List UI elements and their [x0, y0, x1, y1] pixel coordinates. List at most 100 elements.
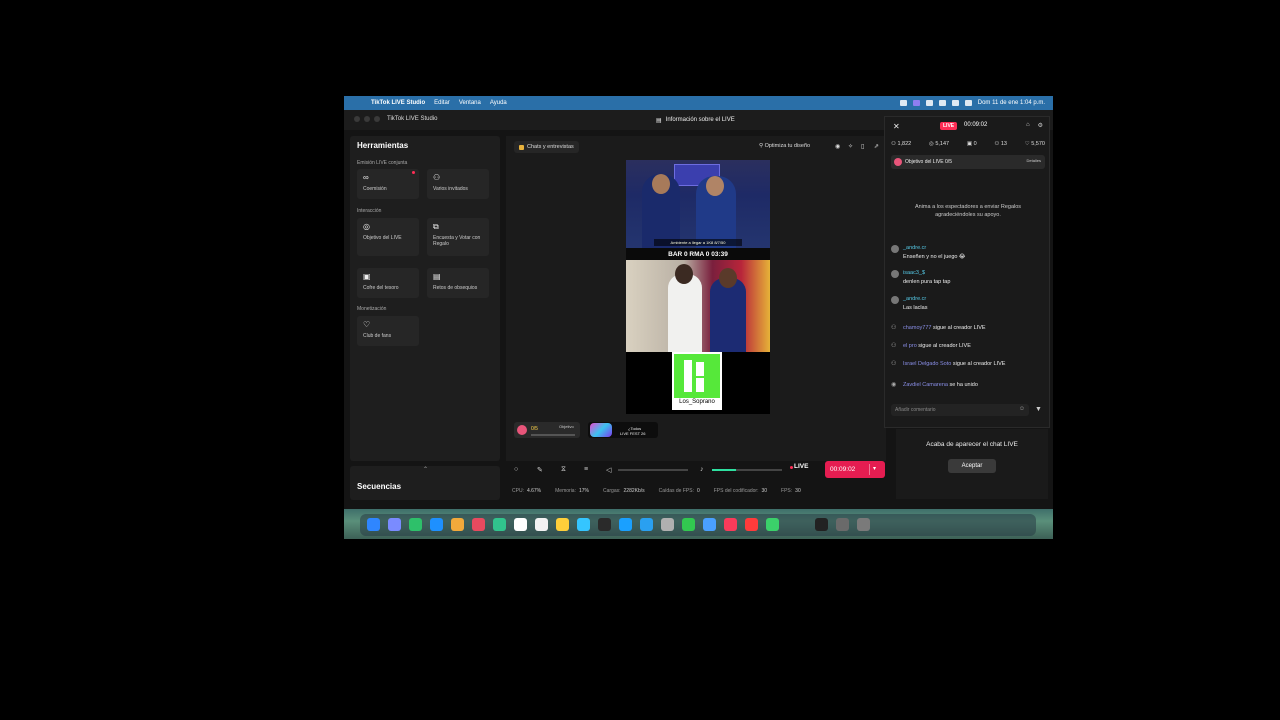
dock-app-icon[interactable]	[451, 518, 464, 531]
clock[interactable]: Dom 11 de ene 1:04 p.m.	[978, 100, 1045, 106]
dock-app-icon[interactable]	[577, 518, 590, 531]
avatar[interactable]	[891, 270, 899, 278]
zoom-window-button[interactable]	[374, 116, 380, 122]
follow-username[interactable]: Israel Delgado Soto	[903, 361, 951, 367]
chat-username[interactable]: _andre.cr	[903, 296, 926, 302]
match-graphic	[626, 260, 770, 352]
end-live-button[interactable]: 00:09:02 ▾	[825, 461, 885, 478]
button-divider	[869, 464, 870, 475]
goal-label: Objetivo	[559, 424, 574, 429]
settings-icon[interactable]: ⚙	[1038, 122, 1043, 129]
tool-retos[interactable]: ▤ Retos de obsequios	[427, 268, 489, 298]
join-username[interactable]: Zavdiel Camarena	[903, 382, 948, 388]
tool-encuesta[interactable]: ⧉ Encuesta y Votar con Regalo	[427, 218, 489, 256]
dock-app-icon[interactable]	[388, 518, 401, 531]
shares-count: ⚇ 13	[994, 141, 1007, 147]
minimize-window-button[interactable]	[364, 116, 370, 122]
dock-app-icon[interactable]	[472, 518, 485, 531]
chat-username[interactable]: isaac3_$	[903, 270, 925, 276]
goal-badge-icon	[517, 425, 527, 435]
dock-app-icon[interactable]	[430, 518, 443, 531]
poll-icon: ⧉	[433, 222, 439, 231]
gift-challenge-icon: ▤	[433, 272, 441, 281]
dock-app-icon[interactable]	[857, 518, 870, 531]
speaker-volume-slider[interactable]	[618, 469, 688, 471]
dock-app-icon[interactable]	[556, 518, 569, 531]
dock-app-icon[interactable]	[661, 518, 674, 531]
scene-chip-chats[interactable]: Chats y entrevistas	[514, 141, 579, 153]
menu-ventana[interactable]: Ventana	[459, 100, 481, 106]
phone-layout-icon[interactable]: ▯	[861, 143, 864, 150]
chat-username[interactable]: _andre.cr	[903, 245, 926, 251]
menu-editar[interactable]: Editar	[434, 100, 450, 106]
sequences-label: Secuencias	[357, 482, 402, 491]
tool-cofre[interactable]: ▣ Cofre del tesoro	[357, 268, 419, 298]
magic-icon[interactable]: ✧	[848, 143, 853, 150]
dock-app-icon[interactable]	[367, 518, 380, 531]
screen-record-icon[interactable]	[912, 100, 920, 106]
emoji-icon[interactable]: ☺	[1019, 406, 1025, 412]
close-icon[interactable]: ✕	[893, 122, 900, 131]
chat-text: denlen pura tap tap	[903, 279, 951, 285]
goal-count: 0/5	[531, 426, 538, 432]
share-icon[interactable]: ⇗	[874, 143, 879, 150]
dock-app-icon[interactable]	[409, 518, 422, 531]
dock-app-icon[interactable]	[815, 518, 828, 531]
eye-icon[interactable]: ◉	[835, 143, 840, 150]
live-label: LIVE	[794, 463, 809, 470]
status-icon[interactable]	[899, 100, 907, 106]
chevron-down-icon[interactable]: ▾	[873, 465, 876, 472]
dock-app-icon[interactable]	[703, 518, 716, 531]
dock-app-icon[interactable]	[598, 518, 611, 531]
live-fest-overlay-widget[interactable]: ¿Todos LIVE FEST 26	[588, 422, 658, 438]
dock-app-icon[interactable]	[619, 518, 632, 531]
goal-icon	[894, 158, 902, 166]
avatar[interactable]	[891, 296, 899, 304]
goal-overlay-widget[interactable]: 0/5 Objetivo	[514, 422, 580, 438]
optimize-layout-button[interactable]: ⚲ Optimiza tu diseño	[759, 143, 810, 149]
follow-icon: ⚇	[891, 343, 897, 349]
follow-username[interactable]: chamoy777	[903, 325, 931, 331]
comment-input[interactable]: Añadir comentario ☺	[891, 404, 1029, 416]
control-center-icon[interactable]	[964, 100, 972, 106]
scoreboard: BAR 0 RMA 0 03:39	[626, 248, 770, 260]
tool-varios-invitados[interactable]: ⚇ Varios invitados	[427, 169, 489, 199]
dock-app-icon[interactable]	[535, 518, 548, 531]
dock-app-icon[interactable]	[514, 518, 527, 531]
treasure-chest-icon: ▣	[363, 272, 371, 281]
close-window-button[interactable]	[354, 116, 360, 122]
filter-icon[interactable]: ▼	[1035, 406, 1042, 413]
dock-app-icon[interactable]	[682, 518, 695, 531]
spotlight-icon[interactable]	[951, 100, 959, 106]
macos-menu-bar: TikTok LIVE Studio Editar Ventana Ayuda …	[344, 96, 1053, 110]
follow-username[interactable]: el pro	[903, 343, 917, 349]
join-action: se ha unido	[949, 382, 978, 388]
lock-icon[interactable]: ⌂	[1026, 122, 1030, 129]
mic-volume-slider[interactable]	[712, 469, 782, 471]
live-preview[interactable]: Ambiente a llegar a 1K8 8/7/50 BAR 0 RMA…	[626, 160, 770, 414]
avatar[interactable]	[891, 245, 899, 253]
live-goal-card[interactable]: Objetivo del LIVE 0/5 Detalles	[891, 155, 1045, 169]
dock-app-icon[interactable]	[766, 518, 779, 531]
dock-app-icon[interactable]	[745, 518, 758, 531]
menu-ayuda[interactable]: Ayuda	[490, 100, 507, 106]
tool-objetivo[interactable]: ◎ Objetivo del LIVE	[357, 218, 419, 256]
dock-app-icon[interactable]	[640, 518, 653, 531]
accept-button[interactable]: Aceptar	[948, 459, 996, 473]
preview-area: Chats y entrevistas ⚲ Optimiza tu diseño…	[506, 136, 886, 461]
wifi-icon[interactable]	[925, 100, 933, 106]
tool-coemision[interactable]: ∞ Coemisión	[357, 169, 419, 199]
tool-club-fans[interactable]: ♡ Club de fans	[357, 316, 419, 346]
menu-app-name[interactable]: TikTok LIVE Studio	[371, 100, 425, 106]
dock-app-icon[interactable]	[836, 518, 849, 531]
target-icon: ◎	[363, 222, 370, 231]
battery-icon[interactable]	[938, 100, 946, 106]
player-madrid-head	[675, 264, 693, 284]
goal-details-link[interactable]: Detalles	[1027, 158, 1041, 163]
dock-app-icon[interactable]	[493, 518, 506, 531]
chat-header-icons: ⌂ ⚙	[1026, 122, 1043, 129]
scene-icon	[519, 144, 524, 150]
live-info-button[interactable]: ▤ Información sobre el LIVE	[650, 114, 741, 126]
dock-app-icon[interactable]	[724, 518, 737, 531]
stat-upload: Cargas: 2282Kb/s	[603, 488, 645, 494]
